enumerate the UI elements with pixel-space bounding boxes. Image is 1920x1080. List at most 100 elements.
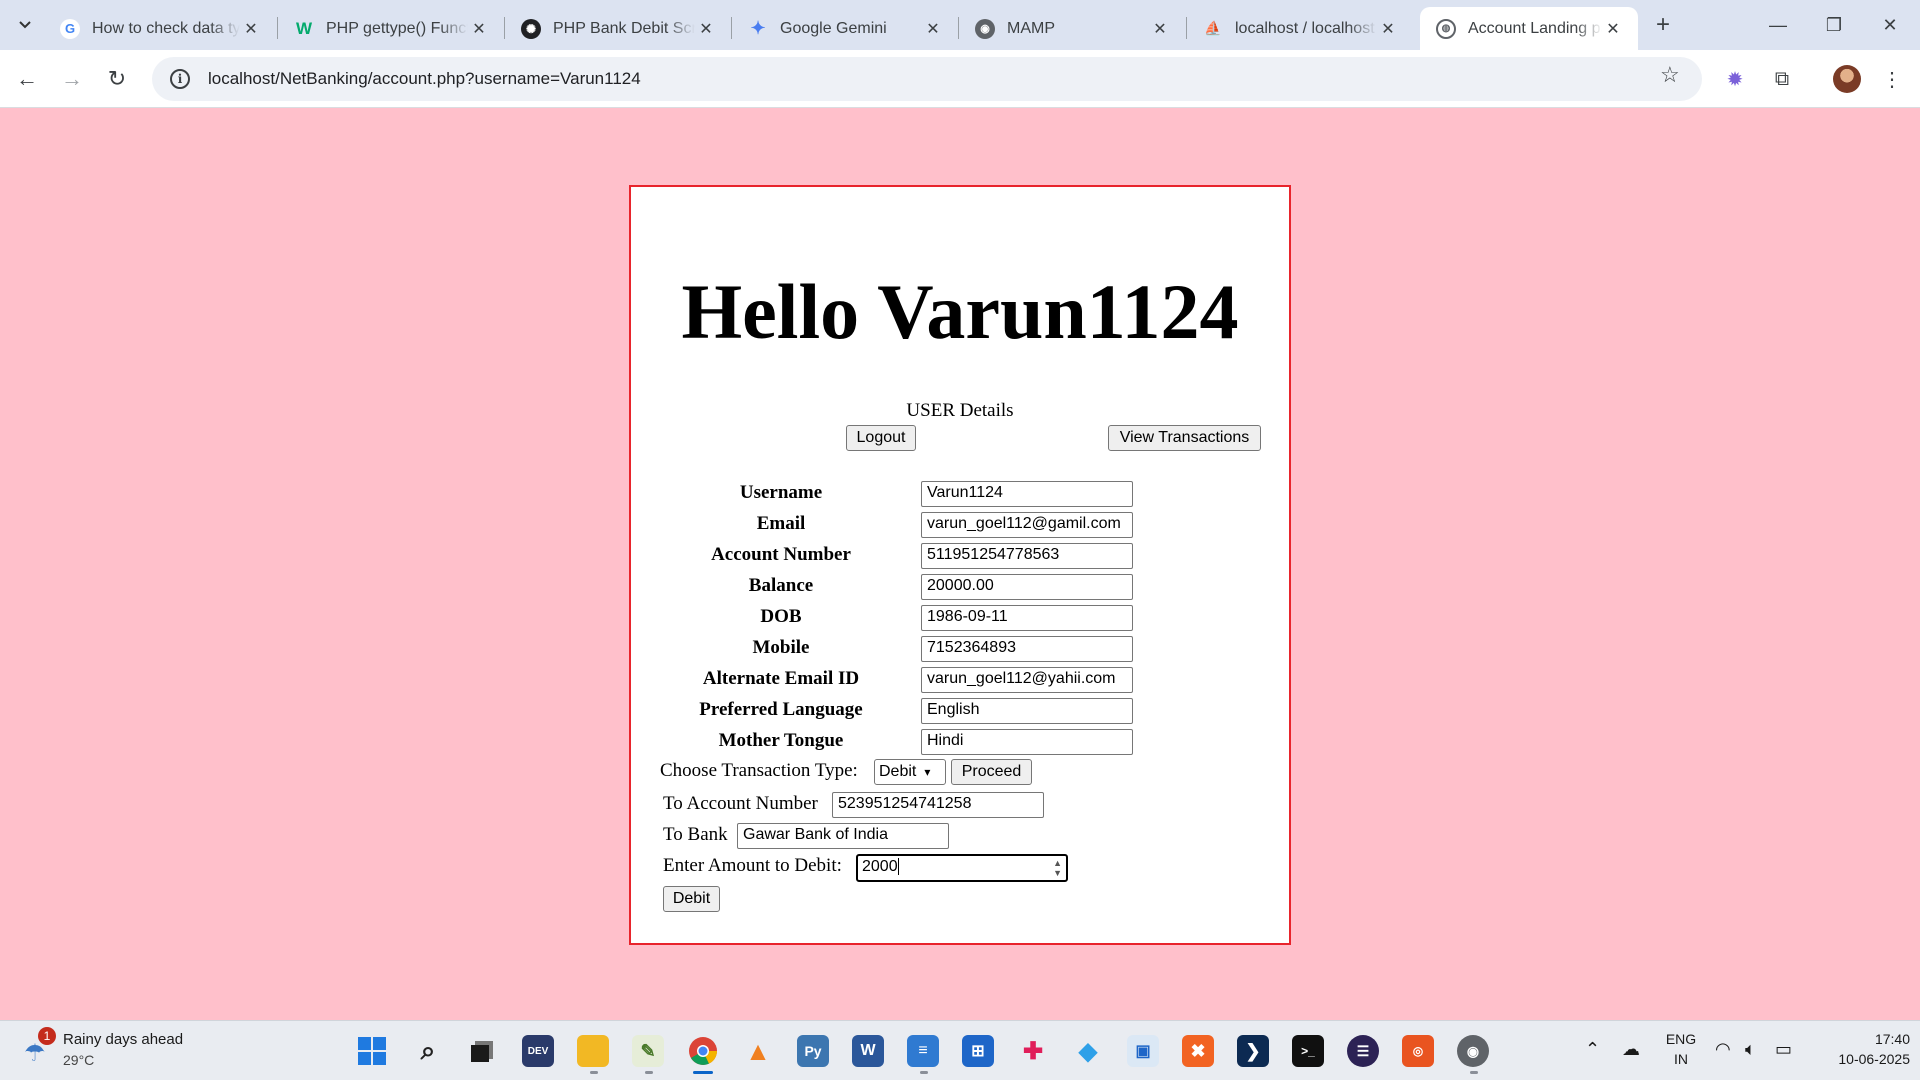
mobile-field[interactable]: 7152364893 — [921, 636, 1133, 662]
transaction-type-label: Choose Transaction Type: — [660, 760, 858, 781]
w3schools-icon: W — [295, 18, 313, 38]
chevron-down-icon — [19, 21, 31, 29]
back-button[interactable]: ← — [10, 62, 44, 96]
active-app-indicator — [693, 1071, 713, 1074]
tab-search-button[interactable] — [8, 8, 42, 42]
close-tab-icon[interactable]: ✕ — [1377, 19, 1399, 39]
reload-button[interactable]: ↻ — [100, 62, 134, 96]
site-info-icon[interactable]: i — [170, 69, 190, 89]
alternate-email-field[interactable]: varun_goel112@yahii.com — [921, 667, 1133, 693]
address-bar[interactable]: i localhost/NetBanking/account.php?usern… — [152, 57, 1702, 101]
file-explorer-icon[interactable] — [577, 1035, 609, 1067]
restore-button[interactable]: ❐ — [1806, 0, 1862, 50]
account-number-field[interactable]: 511951254778563 — [921, 543, 1133, 569]
preferred-language-field[interactable]: English — [921, 698, 1133, 724]
extension-gear-icon[interactable]: ✹ — [1720, 64, 1750, 94]
mamp-icon: ◉ — [975, 18, 995, 39]
view-transactions-button[interactable]: View Transactions — [1108, 425, 1261, 451]
url-text[interactable]: localhost/NetBanking/account.php?usernam… — [208, 69, 641, 89]
powershell-icon[interactable]: ❯ — [1237, 1035, 1269, 1067]
battery-icon[interactable]: ▭ — [1775, 1039, 1792, 1060]
start-icon[interactable] — [356, 1035, 388, 1067]
language-code[interactable]: ENG — [1665, 1031, 1697, 1047]
amount-input[interactable]: 2000 ▲ ▼ — [856, 854, 1068, 882]
word-icon[interactable]: W — [852, 1035, 884, 1067]
slack-icon[interactable]: ✚ — [1017, 1035, 1049, 1067]
close-tab-icon[interactable]: ✕ — [240, 19, 262, 39]
eclipse-icon[interactable]: ☰ — [1347, 1035, 1379, 1067]
tab-1[interactable]: W PHP gettype() Functi ✕ — [278, 7, 504, 50]
mother-tongue-field[interactable]: Hindi — [921, 729, 1133, 755]
minimize-button[interactable]: — — [1750, 0, 1806, 50]
tab-title: PHP gettype() Functi — [326, 19, 468, 37]
dob-field[interactable]: 1986-09-11 — [921, 605, 1133, 631]
browser-toolbar: ← → ↻ i localhost/NetBanking/account.php… — [0, 50, 1920, 108]
close-tab-icon[interactable]: ✕ — [468, 19, 490, 39]
tab-title: PHP Bank Debit Scrip — [553, 19, 695, 37]
gemini-icon: ✦ — [750, 18, 766, 38]
close-tab-icon[interactable]: ✕ — [1149, 19, 1171, 39]
email-label: Email — [756, 513, 806, 534]
tab-2[interactable]: ✺ PHP Bank Debit Scrip ✕ — [505, 7, 731, 50]
weather-title[interactable]: Rainy days ahead — [63, 1031, 183, 1048]
forward-button[interactable]: → — [55, 62, 89, 96]
to-bank-field[interactable]: Gawar Bank of India — [737, 823, 949, 849]
notepad-icon[interactable]: ≡ — [907, 1035, 939, 1067]
tab-5[interactable]: ⛵ localhost / localhost ✕ — [1187, 7, 1413, 50]
clock-date[interactable]: 10-06-2025 — [1810, 1051, 1910, 1067]
email-field[interactable]: varun_goel112@gamil.com — [921, 512, 1133, 538]
python-icon[interactable]: Py — [797, 1035, 829, 1067]
tab-4[interactable]: ◉ MAMP ✕ — [959, 7, 1185, 50]
dev-home-icon[interactable]: DEV — [522, 1035, 554, 1067]
store-icon[interactable]: ⊞ — [962, 1035, 994, 1067]
debit-button[interactable]: Debit — [663, 886, 720, 912]
text-cursor — [897, 858, 899, 876]
close-window-button[interactable]: ✕ — [1862, 0, 1918, 50]
gemini-app-icon[interactable]: ◆ — [1072, 1035, 1104, 1067]
close-tab-icon[interactable]: ✕ — [1602, 19, 1624, 39]
tab-title: Google Gemini — [780, 19, 887, 37]
terminal-icon[interactable]: >_ — [1292, 1035, 1324, 1067]
chrome-icon[interactable] — [687, 1035, 719, 1067]
close-tab-icon[interactable]: ✕ — [922, 19, 944, 39]
weather-temperature[interactable]: 29°C — [63, 1052, 94, 1068]
profile-avatar[interactable] — [1833, 65, 1861, 93]
extensions-puzzle-icon[interactable]: ⧉ — [1767, 64, 1797, 94]
minimize-icon: — — [1769, 14, 1787, 35]
balance-field[interactable]: 20000.00 — [921, 574, 1133, 600]
tab-0[interactable]: G How to check data ty ✕ — [44, 7, 276, 50]
virtual-box-icon[interactable]: ▣ — [1127, 1035, 1159, 1067]
paint-icon[interactable]: ✎ — [632, 1035, 664, 1067]
mamp-app-icon[interactable]: ◉ — [1457, 1035, 1489, 1067]
alternate-email-label: Alternate Email ID — [702, 668, 860, 689]
number-spinner[interactable]: ▲ ▼ — [1053, 858, 1062, 878]
vlc-icon[interactable]: ▲ — [742, 1035, 774, 1067]
plus-icon: + — [1655, 11, 1670, 38]
username-label: Username — [739, 482, 823, 503]
task-view-icon[interactable] — [466, 1035, 498, 1067]
clock-time[interactable]: 17:40 — [1810, 1031, 1910, 1047]
to-account-field[interactable]: 523951254741258 — [832, 792, 1044, 818]
close-tab-icon[interactable]: ✕ — [695, 19, 717, 39]
language-region[interactable]: IN — [1665, 1051, 1697, 1067]
tab-title: MAMP — [1007, 19, 1055, 37]
transaction-type-select[interactable]: Debit ▾ — [874, 759, 946, 785]
search-icon[interactable]: ⌕ — [412, 1035, 444, 1067]
amount-label: Enter Amount to Debit: — [663, 855, 842, 876]
ubuntu-icon[interactable]: ◎ — [1402, 1035, 1434, 1067]
show-hidden-icons-chevron-icon[interactable]: ⌃ — [1585, 1039, 1600, 1060]
running-indicator — [1470, 1071, 1478, 1074]
xampp-icon[interactable]: ✖ — [1182, 1035, 1214, 1067]
username-field[interactable]: Varun1124 — [921, 481, 1133, 507]
tab-3[interactable]: ✦ Google Gemini ✕ — [732, 7, 958, 50]
proceed-button[interactable]: Proceed — [951, 759, 1032, 785]
onedrive-cloud-icon[interactable]: ☁ — [1622, 1039, 1640, 1060]
reload-icon: ↻ — [107, 66, 127, 91]
new-tab-button[interactable]: + — [1648, 10, 1678, 40]
more-menu-icon[interactable]: ⋮ — [1877, 64, 1907, 94]
bookmark-star-icon[interactable]: ☆ — [1660, 62, 1680, 88]
volume-icon[interactable]: 🔈︎ — [1745, 1039, 1756, 1060]
logout-button[interactable]: Logout — [846, 425, 916, 451]
tab-6-active[interactable]: ◍ Account Landing pag ✕ — [1420, 7, 1638, 50]
wifi-icon[interactable]: ◠ — [1715, 1039, 1731, 1060]
